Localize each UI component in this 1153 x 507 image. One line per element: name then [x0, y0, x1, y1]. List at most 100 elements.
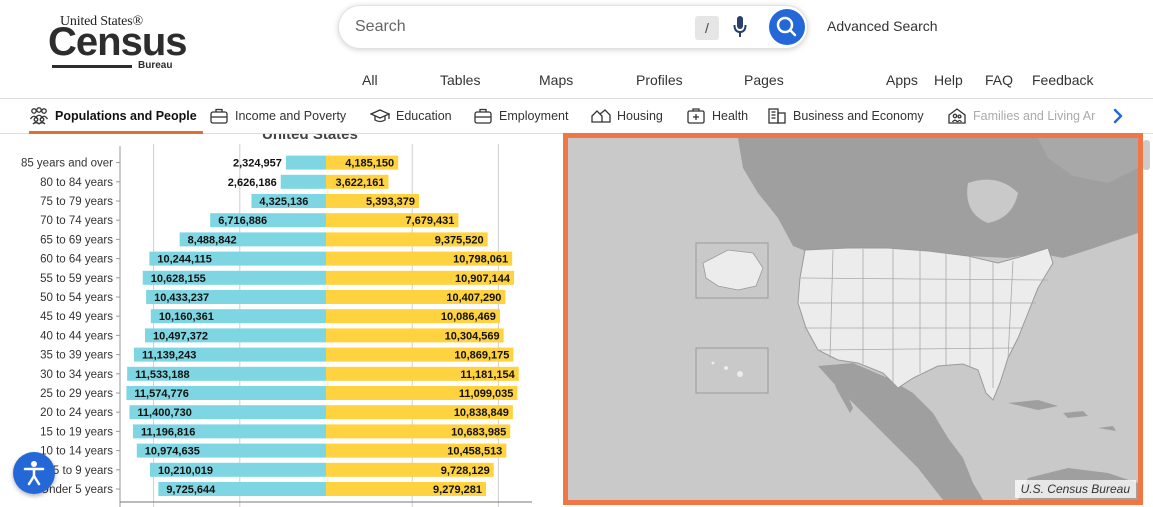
value-label-left: 10,433,237 — [154, 292, 209, 304]
category-label: Populations and People — [55, 109, 197, 123]
category-bar: Populations and People Income and Povert… — [0, 98, 1153, 134]
value-label-right: 3,622,161 — [336, 177, 385, 189]
value-label-right: 11,099,035 — [459, 388, 513, 400]
search-button[interactable] — [769, 9, 805, 45]
age-group-label: 80 to 84 years — [40, 177, 113, 189]
value-label-left: 6,716,886 — [218, 215, 267, 227]
subnav-profiles[interactable]: Profiles — [636, 72, 683, 88]
age-group-label: 40 to 44 years — [40, 330, 113, 342]
age-group-label: 60 to 64 years — [40, 254, 113, 266]
subnav-pages[interactable]: Pages — [744, 72, 784, 88]
age-group-label: 55 to 59 years — [40, 273, 113, 285]
houses-icon — [591, 109, 611, 123]
subnav-all[interactable]: All — [362, 72, 378, 88]
value-label-left: 11,400,730 — [137, 407, 191, 419]
value-label-left: 11,574,776 — [134, 388, 188, 400]
value-label-right: 4,185,150 — [345, 158, 394, 170]
value-label-right: 10,683,985 — [451, 426, 506, 438]
age-group-label: 5 to 9 years — [53, 465, 113, 477]
value-label-right: 9,375,520 — [435, 234, 484, 246]
map-panel[interactable]: U.S. Census Bureau — [563, 133, 1143, 505]
value-label-right: 10,304,569 — [445, 330, 500, 342]
logo-underline — [52, 65, 132, 68]
population-pyramid-chart: United States 85 years and over 2,324,957… — [0, 134, 565, 507]
category-label: Employment — [499, 109, 569, 123]
value-label-left: 2,324,957 — [233, 158, 282, 170]
value-label-left: 11,533,188 — [135, 369, 189, 381]
age-group-label: 35 to 39 years — [40, 350, 113, 362]
category-label: Health — [712, 109, 749, 123]
age-group-label: 85 years and over — [21, 158, 113, 170]
value-label-right: 10,086,469 — [441, 311, 496, 323]
age-group-label: 50 to 54 years — [40, 292, 113, 304]
logo-census: Census — [48, 20, 187, 64]
value-label-left: 11,196,816 — [141, 426, 195, 438]
accessibility-icon — [23, 461, 45, 486]
bar-left — [280, 174, 326, 189]
value-label-left: 10,244,115 — [157, 254, 211, 266]
value-label-left: 9,725,644 — [166, 484, 216, 496]
category-label: Families and Living Ar — [973, 109, 1096, 123]
value-label-right: 5,393,379 — [366, 196, 415, 208]
age-group-label: 65 to 69 years — [40, 234, 113, 246]
value-label-right: 9,279,281 — [433, 484, 482, 496]
value-label-left: 10,974,635 — [145, 446, 200, 458]
logo-bureau: Bureau — [138, 60, 173, 71]
family-icon — [948, 108, 966, 124]
category-label: Income and Poverty — [235, 109, 347, 123]
value-label-right: 9,728,129 — [441, 465, 490, 477]
value-label-right: 10,869,175 — [454, 350, 509, 362]
category-income-and-poverty[interactable]: Income and Poverty — [209, 99, 346, 133]
category-label: Education — [396, 109, 452, 123]
subnav-help[interactable]: Help — [934, 72, 963, 88]
value-label-left: 11,139,243 — [142, 350, 196, 362]
value-label-left: 10,210,019 — [158, 465, 213, 477]
value-label-right: 10,798,061 — [453, 254, 508, 266]
value-label-left: 10,160,361 — [159, 311, 214, 323]
census-logo[interactable]: United States® Census Bureau — [48, 10, 187, 80]
scrollbar-thumb[interactable] — [1143, 140, 1150, 170]
value-label-right: 10,907,144 — [455, 273, 511, 285]
subnav-faq[interactable]: FAQ — [985, 72, 1013, 88]
advanced-search-link[interactable]: Advanced Search — [827, 18, 938, 34]
subnav-maps[interactable]: Maps — [539, 72, 573, 88]
map-credit: U.S. Census Bureau — [1014, 480, 1136, 498]
value-label-right: 11,181,154 — [460, 369, 515, 381]
category-education[interactable]: Education — [370, 99, 452, 133]
site-header: United States® Census Bureau / Advanced … — [0, 0, 1153, 98]
age-group-label: 70 to 74 years — [40, 215, 113, 227]
age-group-label: 15 to 19 years — [40, 426, 113, 438]
briefcase-icon — [474, 108, 492, 124]
pyramid-svg: 85 years and over 2,324,957 4,185,150 80 to… — [21, 144, 532, 507]
north-america-map[interactable] — [568, 138, 1138, 500]
microphone-icon[interactable] — [732, 15, 748, 39]
category-families-and-living-arrangements[interactable]: Families and Living Ar — [947, 99, 1095, 133]
category-health[interactable]: Health — [686, 99, 748, 133]
age-group-label: 20 to 24 years — [40, 407, 113, 419]
value-label-right: 10,458,513 — [447, 446, 502, 458]
age-group-label: 75 to 79 years — [40, 196, 113, 208]
subnav-feedback[interactable]: Feedback — [1032, 72, 1093, 88]
search-input[interactable] — [355, 14, 685, 40]
category-employment[interactable]: Employment — [473, 99, 568, 133]
value-label-right: 10,838,849 — [454, 407, 509, 419]
search-shortcut-key: / — [695, 16, 719, 40]
category-populations-and-people[interactable]: Populations and People — [29, 99, 203, 134]
value-label-right: 7,679,431 — [405, 215, 454, 227]
category-business-and-economy[interactable]: Business and Economy — [767, 99, 924, 133]
building-icon — [768, 108, 786, 124]
accessibility-button[interactable] — [13, 452, 55, 494]
search-box: / — [338, 5, 808, 49]
category-housing[interactable]: Housing — [591, 99, 663, 133]
age-group-label: 30 to 34 years — [40, 369, 113, 381]
value-label-left: 10,497,372 — [153, 330, 208, 342]
value-label-left: 10,628,155 — [151, 273, 206, 285]
briefcase-icon — [210, 108, 228, 124]
subnav-apps[interactable]: Apps — [886, 72, 918, 88]
subnav-tables[interactable]: Tables — [440, 72, 480, 88]
age-group-label: 25 to 29 years — [40, 388, 113, 400]
chart-title: United States — [262, 134, 358, 143]
value-label-left: 2,626,186 — [228, 177, 277, 189]
chevron-right-icon[interactable] — [1108, 106, 1128, 126]
search-icon — [776, 16, 797, 37]
